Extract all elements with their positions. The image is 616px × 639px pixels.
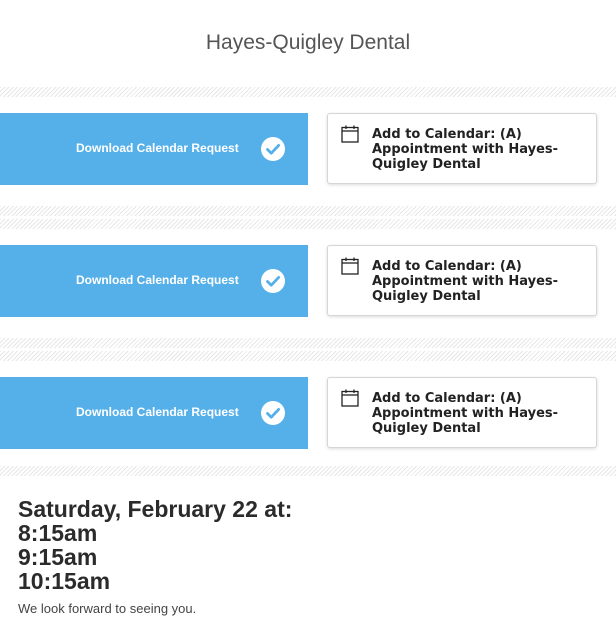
download-calendar-request-button[interactable]: Download Calendar Request xyxy=(0,113,308,185)
calendar-icon xyxy=(341,389,359,407)
appointment-date: Saturday, February 22 at: xyxy=(18,496,293,522)
appointment-time: 9:15am xyxy=(18,544,98,570)
divider xyxy=(0,219,616,229)
check-circle-icon xyxy=(261,137,285,161)
check-circle-icon xyxy=(261,401,285,425)
add-to-calendar-button[interactable]: Add to Calendar: (A) Appointment with Ha… xyxy=(327,245,597,316)
add-to-calendar-button[interactable]: Add to Calendar: (A) Appointment with Ha… xyxy=(327,113,597,184)
divider xyxy=(0,338,616,348)
add-to-calendar-label: Add to Calendar: (A) Appointment with Ha… xyxy=(372,127,559,172)
appointment-time: 8:15am xyxy=(18,520,98,546)
appointment-summary-heading: Saturday, February 22 at: 8:15am 9:15am … xyxy=(18,497,292,593)
download-calendar-request-button[interactable]: Download Calendar Request xyxy=(0,245,308,317)
add-to-calendar-label: Add to Calendar: (A) Appointment with Ha… xyxy=(372,259,559,304)
download-button-label: Download Calendar Request xyxy=(76,405,239,419)
closing-message: We look forward to seeing you. xyxy=(18,601,197,616)
download-button-label: Download Calendar Request xyxy=(76,273,239,287)
email-page: Hayes-Quigley Dental Download Calendar R… xyxy=(0,0,616,639)
add-to-calendar-button[interactable]: Add to Calendar: (A) Appointment with Ha… xyxy=(327,377,597,448)
divider xyxy=(0,466,616,476)
divider xyxy=(0,87,616,97)
divider xyxy=(0,206,616,216)
add-to-calendar-label: Add to Calendar: (A) Appointment with Ha… xyxy=(372,391,559,436)
check-circle-icon xyxy=(261,269,285,293)
appointment-time: 10:15am xyxy=(18,568,111,594)
download-button-label: Download Calendar Request xyxy=(76,141,239,155)
calendar-icon xyxy=(341,257,359,275)
download-calendar-request-button[interactable]: Download Calendar Request xyxy=(0,377,308,449)
calendar-icon xyxy=(341,125,359,143)
divider xyxy=(0,351,616,361)
clinic-title: Hayes-Quigley Dental xyxy=(205,31,411,54)
